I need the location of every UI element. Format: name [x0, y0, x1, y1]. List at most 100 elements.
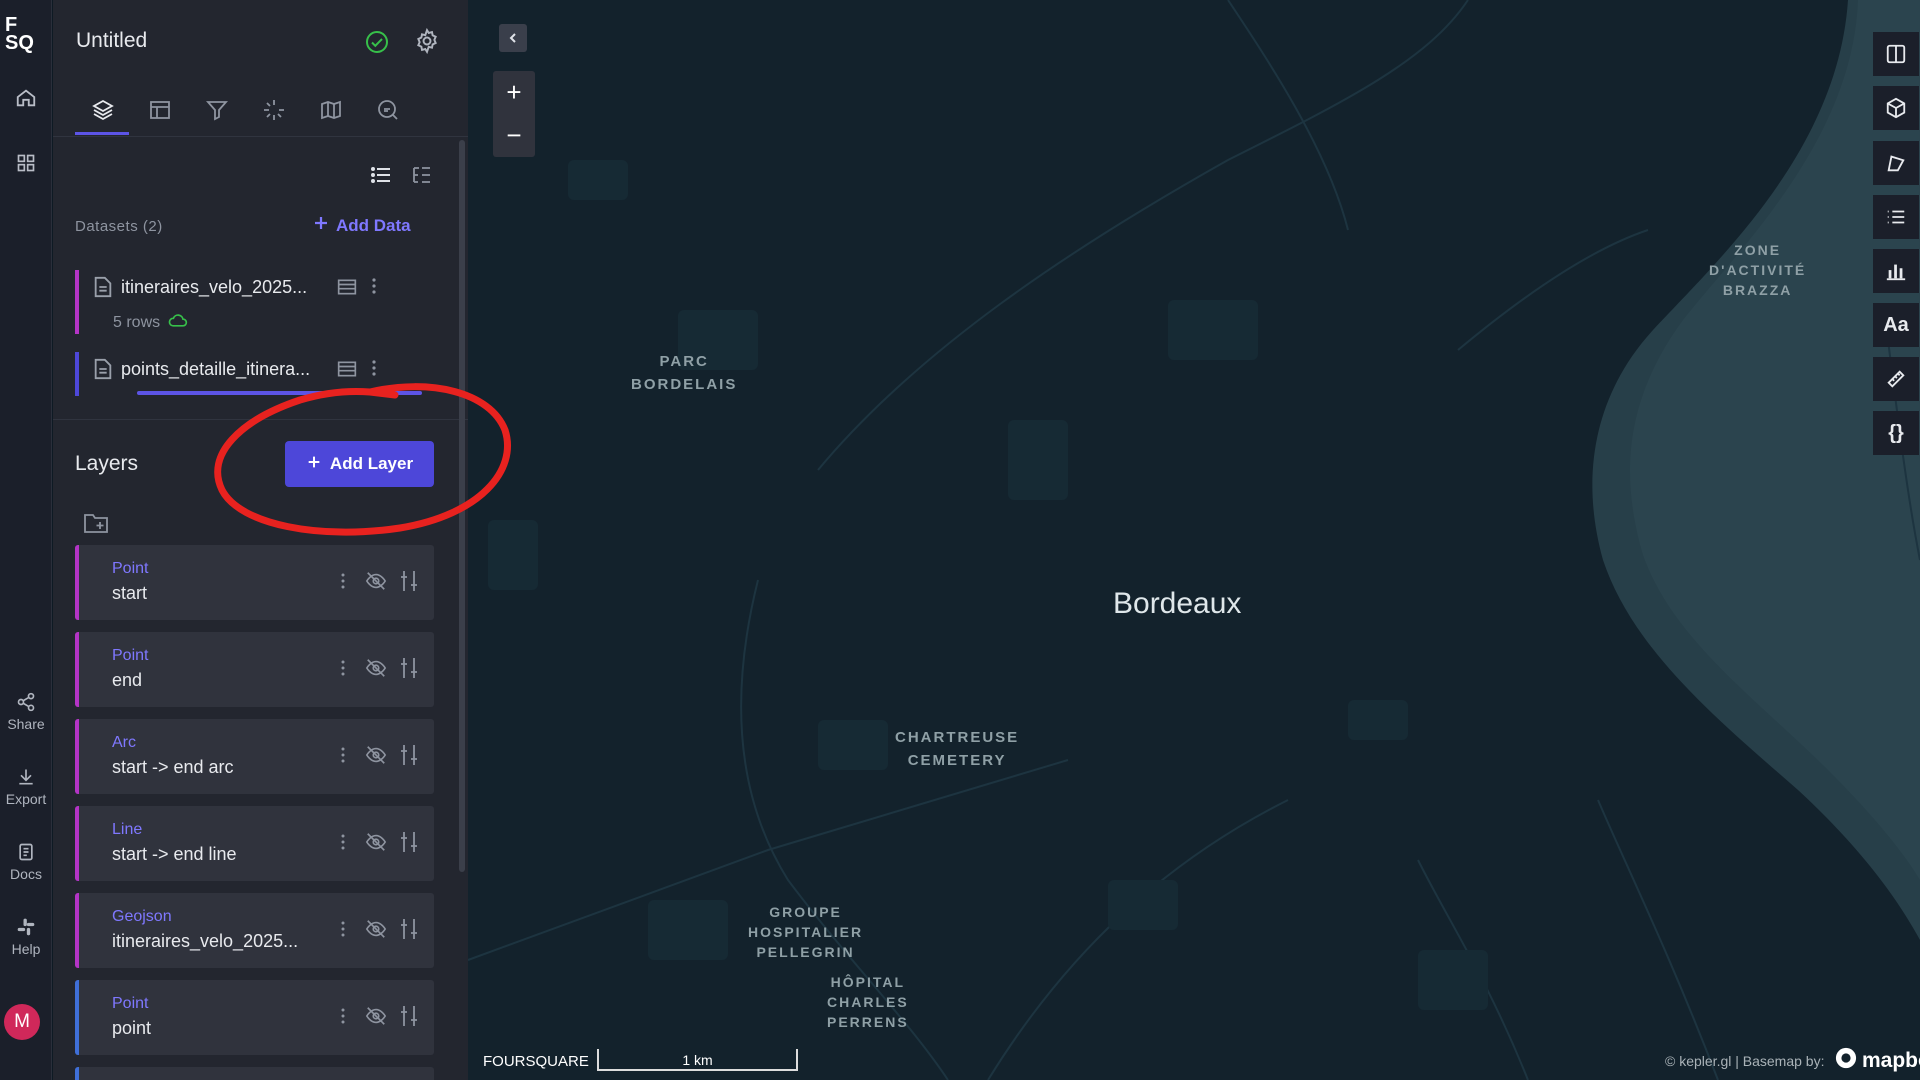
drag-handle-icon[interactable]	[339, 832, 347, 857]
eye-off-icon[interactable]	[365, 744, 387, 771]
tree-view-icon[interactable]	[410, 163, 434, 192]
show-table-icon[interactable]	[337, 360, 357, 383]
map-canvas[interactable]: PARC BORDELAIS CHARTREUSE CEMETERY GROUP…	[468, 0, 1920, 1080]
tab-effects[interactable]	[246, 86, 302, 134]
map-attribution[interactable]: © kepler.gl | Basemap by:	[1665, 1053, 1824, 1069]
drag-handle-icon[interactable]	[339, 919, 347, 944]
help-label: Help	[11, 941, 41, 957]
docs-button[interactable]: Docs	[0, 842, 52, 882]
layer-item[interactable]: Point point	[75, 980, 434, 1055]
user-avatar[interactable]: M	[4, 1004, 40, 1040]
divider	[53, 419, 468, 420]
eye-off-icon[interactable]	[365, 657, 387, 684]
logo-line-2: SQ	[5, 32, 34, 54]
dataset-item[interactable]: itineraires_velo_2025... 5 rows	[75, 270, 430, 334]
label-line: CEMETERY	[907, 752, 1007, 769]
text-annotation-icon[interactable]: Aa	[1873, 303, 1919, 347]
tab-layers[interactable]	[75, 86, 131, 134]
chevron-left-icon	[509, 33, 516, 43]
layer-type: Point	[112, 995, 149, 1012]
list-view-icon[interactable]	[369, 163, 393, 192]
json-braces-icon[interactable]: {}	[1873, 411, 1919, 455]
tab-basemap[interactable]	[303, 86, 359, 134]
layer-color-bar	[75, 806, 79, 881]
layer-name: start -> end line	[112, 844, 237, 864]
measure-ruler-icon[interactable]	[1873, 357, 1919, 401]
more-vertical-icon[interactable]	[370, 358, 378, 383]
dataset-item[interactable]: points_detaille_itinera...	[75, 352, 430, 396]
layer-config-icon[interactable]	[399, 656, 419, 685]
eye-off-icon[interactable]	[365, 831, 387, 858]
zoom-in-button[interactable]: +	[493, 71, 535, 114]
3d-cube-icon[interactable]	[1873, 86, 1919, 130]
draw-polygon-icon[interactable]	[1873, 141, 1919, 185]
panel-scrollbar[interactable]	[459, 140, 465, 872]
layer-config-icon[interactable]	[399, 743, 419, 772]
layers-icon	[92, 99, 114, 121]
split-map-icon[interactable]	[1873, 32, 1919, 76]
layer-config-icon[interactable]	[399, 830, 419, 859]
layer-config-icon[interactable]	[399, 917, 419, 946]
layer-item-partial[interactable]	[75, 1067, 434, 1080]
export-label: Export	[5, 791, 47, 807]
chart-bars-icon[interactable]	[1873, 249, 1919, 293]
eye-off-icon[interactable]	[365, 1005, 387, 1032]
map-title[interactable]: Untitled	[76, 29, 147, 53]
legend-list-icon[interactable]	[1873, 195, 1919, 239]
layer-name: end	[112, 670, 143, 690]
left-rail: F SQ Share Export Docs Help M	[0, 0, 52, 1080]
tab-filters[interactable]	[189, 86, 245, 134]
label-line: HOSPITALIER	[748, 924, 864, 940]
drag-handle-icon[interactable]	[339, 658, 347, 683]
docs-icon	[19, 843, 33, 861]
active-tab-indicator	[75, 132, 129, 135]
eye-off-icon[interactable]	[365, 570, 387, 597]
layer-name: start -> end arc	[112, 757, 234, 777]
collapse-panel-button[interactable]	[499, 24, 527, 52]
label-line: GROUPE	[769, 904, 842, 920]
layer-type: Point	[112, 560, 149, 577]
foursquare-watermark: FOURSQUARE	[483, 1053, 589, 1070]
layer-item[interactable]: Arc start -> end arc	[75, 719, 434, 794]
map-scale-bar: 1 km	[597, 1049, 798, 1071]
mapbox-logo[interactable]: mapbo	[1835, 1047, 1920, 1075]
side-panel: Untitled Datasets (2) Add Data itinerair…	[53, 0, 468, 1080]
add-folder-icon[interactable]	[83, 512, 109, 539]
label-line: PERRENS	[827, 1014, 909, 1030]
drag-handle-icon[interactable]	[339, 571, 347, 596]
dashboard-icon[interactable]	[10, 147, 42, 179]
label-line: D'ACTIVITÉ	[1709, 262, 1807, 278]
map-icon	[321, 100, 341, 120]
export-button[interactable]: Export	[0, 767, 52, 807]
divider	[53, 136, 468, 137]
layer-config-icon[interactable]	[399, 1004, 419, 1033]
docs-label: Docs	[10, 866, 42, 882]
tab-search[interactable]	[360, 86, 416, 134]
rows-count: 5 rows	[113, 313, 161, 331]
drag-handle-icon[interactable]	[339, 745, 347, 770]
layer-item[interactable]: Point end	[75, 632, 434, 707]
eye-off-icon[interactable]	[365, 918, 387, 945]
more-vertical-icon[interactable]	[370, 276, 378, 301]
layer-config-icon[interactable]	[399, 569, 419, 598]
zoom-out-button[interactable]: −	[493, 114, 535, 157]
layer-item[interactable]: Geojson itineraires_velo_2025...	[75, 893, 434, 968]
mapbox-icon	[1835, 1047, 1857, 1075]
foursquare-logo[interactable]: F SQ	[5, 15, 34, 54]
show-table-icon[interactable]	[337, 278, 357, 301]
app-root: F SQ Share Export Docs Help M Untitled D…	[0, 0, 1920, 1080]
drag-handle-icon[interactable]	[339, 1006, 347, 1031]
layer-item[interactable]: Point start	[75, 545, 434, 620]
dataset-name: itineraires_velo_2025...	[121, 277, 308, 297]
help-button[interactable]: Help	[0, 917, 52, 957]
home-icon[interactable]	[10, 82, 42, 114]
layer-type: Arc	[112, 734, 136, 751]
layer-item[interactable]: Line start -> end line	[75, 806, 434, 881]
settings-gear-icon[interactable]	[414, 27, 440, 59]
tab-interactions[interactable]	[132, 86, 188, 134]
layer-type: Line	[112, 821, 143, 838]
add-data-button[interactable]: Add Data	[312, 214, 411, 237]
share-button[interactable]: Share	[0, 692, 52, 732]
add-layer-button[interactable]: Add Layer	[285, 441, 434, 487]
search-icon	[378, 100, 398, 120]
